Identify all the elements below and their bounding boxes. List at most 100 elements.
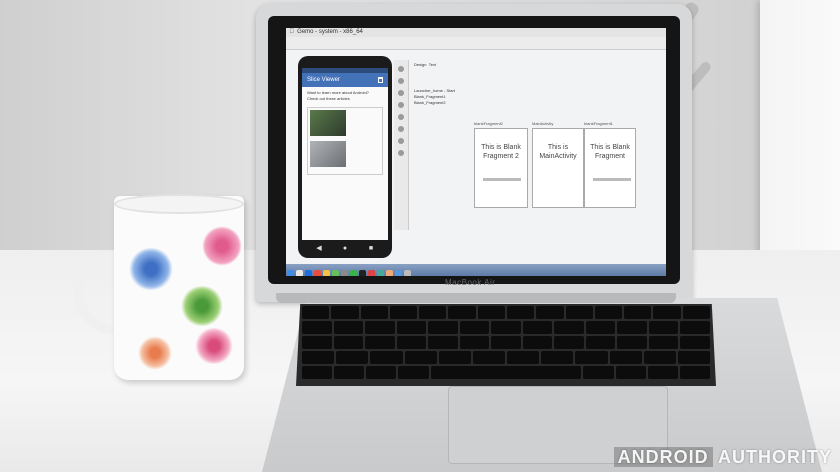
key[interactable] (643, 351, 676, 364)
key[interactable] (491, 321, 521, 334)
key[interactable] (575, 351, 608, 364)
key[interactable] (333, 321, 364, 334)
destination-tree[interactable]: Launcher_home - Start Blank_Fragment1 Bl… (414, 88, 455, 106)
app-icon[interactable] (368, 270, 375, 276)
key[interactable] (624, 306, 652, 319)
calendar-icon[interactable] (314, 270, 321, 276)
key[interactable] (370, 351, 403, 364)
back-nav-icon[interactable]: ◀ (306, 244, 332, 252)
key[interactable] (648, 321, 679, 334)
key[interactable] (615, 366, 646, 379)
app-icon[interactable] (377, 270, 384, 276)
key[interactable] (617, 336, 647, 349)
article-thumbnail[interactable] (310, 141, 346, 167)
key[interactable] (302, 366, 333, 379)
recents-nav-icon[interactable]: ■ (358, 245, 384, 252)
app-icon[interactable] (395, 270, 402, 276)
key[interactable] (680, 321, 710, 334)
key[interactable] (331, 306, 359, 319)
launchpad-icon[interactable] (296, 270, 303, 276)
key[interactable] (428, 336, 458, 349)
key[interactable] (585, 321, 616, 334)
article-thumbnail[interactable] (310, 110, 346, 136)
home-nav-icon[interactable]: ● (332, 245, 358, 252)
terminal-icon[interactable] (359, 270, 366, 276)
key[interactable] (541, 351, 574, 364)
key[interactable] (554, 321, 584, 334)
key[interactable] (536, 306, 564, 319)
volume-up-icon[interactable] (398, 78, 404, 84)
nav-graph-tabs[interactable]: Design Text (414, 62, 436, 72)
key[interactable] (333, 336, 364, 349)
key[interactable] (682, 306, 710, 319)
key[interactable] (679, 366, 711, 379)
key[interactable] (617, 321, 647, 334)
key[interactable] (404, 351, 437, 364)
key[interactable] (302, 306, 330, 319)
tab-design[interactable]: Design (414, 62, 426, 67)
zoom-icon[interactable] (398, 126, 404, 132)
key[interactable] (396, 321, 427, 334)
emulator-screen[interactable]: Slice Viewer Want to learn more about An… (302, 68, 388, 240)
fragment-card[interactable]: This is Blank Fragment (584, 128, 636, 208)
fragment-card[interactable]: This is Blank Fragment 2 (474, 128, 528, 208)
messages-icon[interactable] (332, 270, 339, 276)
mac-dock[interactable] (286, 264, 666, 276)
key[interactable] (334, 366, 365, 379)
key[interactable] (491, 336, 521, 349)
key[interactable] (677, 351, 711, 364)
key[interactable] (365, 336, 395, 349)
key[interactable] (506, 306, 535, 319)
slice-card[interactable] (307, 107, 383, 175)
settings-icon[interactable] (341, 270, 348, 276)
key[interactable] (565, 306, 593, 319)
app-icon[interactable] (386, 270, 393, 276)
key[interactable] (522, 321, 553, 334)
trash-icon[interactable] (404, 270, 411, 276)
key[interactable] (396, 336, 427, 349)
key[interactable] (428, 321, 458, 334)
finder-icon[interactable] (287, 270, 294, 276)
android-studio-icon[interactable] (350, 270, 357, 276)
delete-icon[interactable] (378, 77, 383, 83)
spacebar[interactable] (430, 366, 582, 379)
key[interactable] (585, 336, 616, 349)
key[interactable] (472, 351, 506, 364)
tab-text[interactable]: Text (429, 62, 436, 67)
home-icon[interactable] (398, 150, 404, 156)
notes-icon[interactable] (323, 270, 330, 276)
key[interactable] (302, 351, 335, 364)
key[interactable] (302, 336, 332, 349)
key[interactable] (594, 306, 623, 319)
key[interactable] (554, 336, 584, 349)
safari-icon[interactable] (305, 270, 312, 276)
volume-down-icon[interactable] (398, 90, 404, 96)
key[interactable] (398, 366, 429, 379)
key[interactable] (448, 306, 476, 319)
power-icon[interactable] (398, 66, 404, 72)
rotate-icon[interactable] (398, 102, 404, 108)
key[interactable] (360, 306, 388, 319)
camera-icon[interactable] (398, 114, 404, 120)
key[interactable] (680, 336, 710, 349)
key[interactable] (507, 351, 540, 364)
key[interactable] (302, 321, 332, 334)
key[interactable] (583, 366, 614, 379)
key[interactable] (459, 336, 490, 349)
keyboard[interactable] (296, 304, 716, 386)
key[interactable] (609, 351, 642, 364)
key[interactable] (365, 321, 395, 334)
back-icon[interactable] (398, 138, 404, 144)
key[interactable] (336, 351, 369, 364)
fragment-card[interactable]: This is MainActivity (532, 128, 584, 208)
tree-item[interactable]: Blank_Fragment2 (414, 100, 455, 106)
emulator-tool-strip[interactable] (394, 60, 409, 230)
key[interactable] (459, 321, 490, 334)
key[interactable] (419, 306, 447, 319)
key[interactable] (648, 336, 679, 349)
key[interactable] (522, 336, 553, 349)
key[interactable] (438, 351, 471, 364)
key[interactable] (653, 306, 681, 319)
key[interactable] (389, 306, 418, 319)
key[interactable] (366, 366, 397, 379)
